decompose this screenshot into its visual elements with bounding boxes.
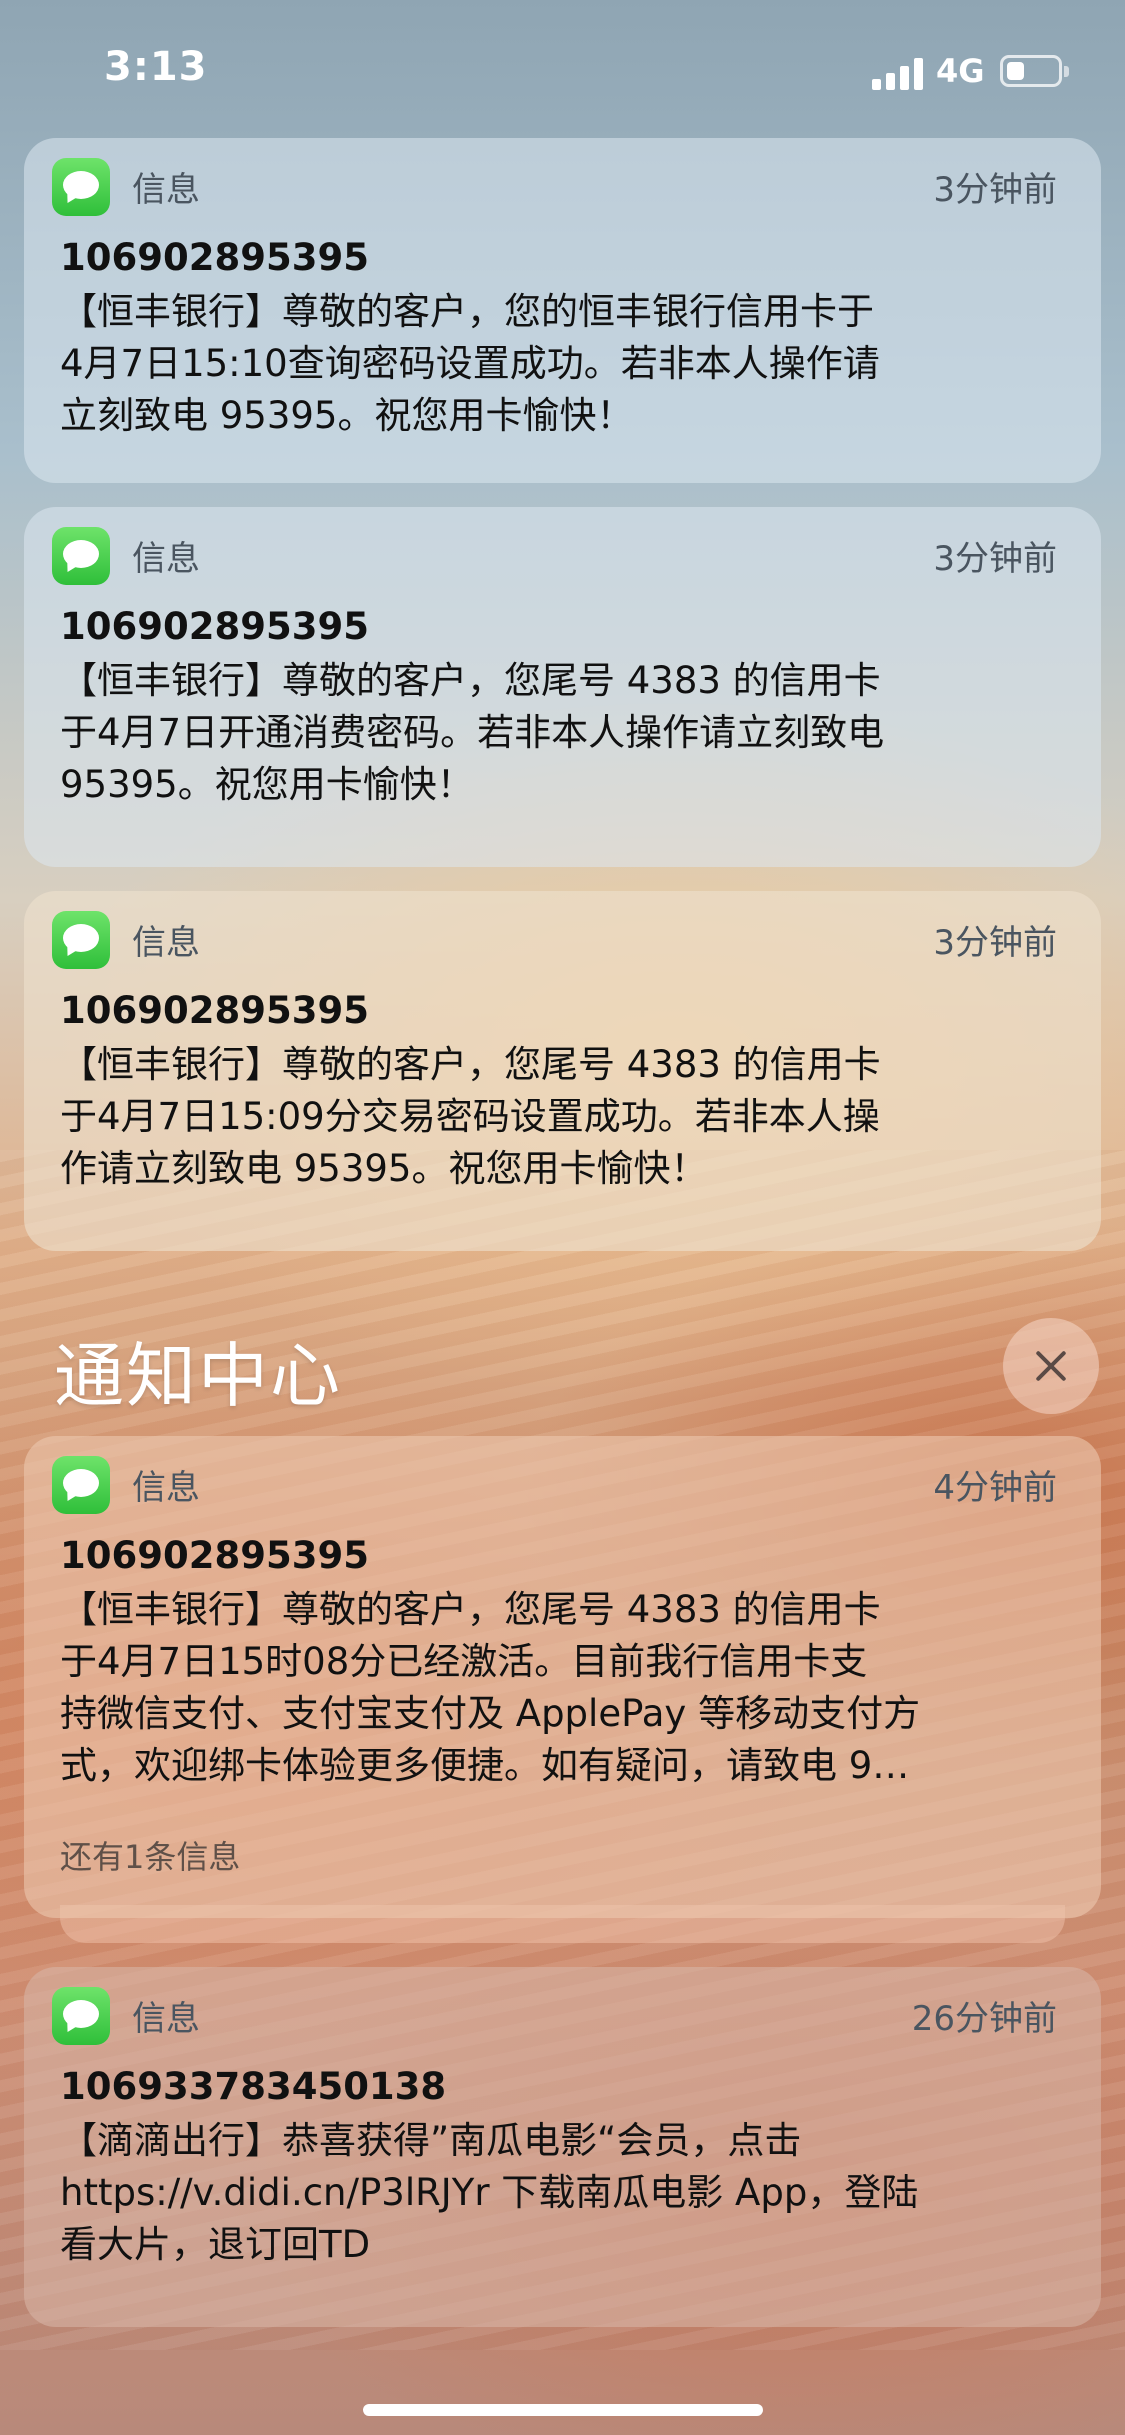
- notification-line: 看大片，退订回TD: [60, 2223, 371, 2266]
- notification-sender: 106933783450138: [60, 2065, 447, 2108]
- notification-app-name: 信息: [132, 1468, 200, 1508]
- notification-line: 于4月7日15时08分已经激活。目前我行信用卡支: [60, 1640, 868, 1683]
- notification-line: 持微信支付、支付宝支付及 ApplePay 等移动支付方: [60, 1692, 921, 1735]
- notification-sender: 106902895395: [60, 989, 369, 1032]
- notification-group-card[interactable]: 信息 4分钟前 106902895395 【恒丰银行】尊敬的客户，您尾号 438…: [24, 1436, 1101, 1918]
- notification-sender: 106902895395: [60, 236, 369, 279]
- notification-app-name: 信息: [132, 170, 200, 210]
- notification-body: 【恒丰银行】尊敬的客户，您尾号 4383 的信用卡 于4月7日15时08分已经激…: [60, 1584, 1065, 1792]
- messages-app-icon: [52, 1987, 110, 2045]
- notification-line: 作请立刻致电 95395。祝您用卡愉快！: [60, 1147, 708, 1190]
- notification-app-name: 信息: [132, 923, 200, 963]
- battery-icon: [1000, 55, 1069, 87]
- notification-sender: 106902895395: [60, 605, 369, 648]
- notification-line: 4月7日15:10查询密码设置成功。若非本人操作请: [60, 342, 880, 385]
- status-bar: 3:13 4G: [0, 0, 1125, 135]
- notification-body: 【恒丰银行】尊敬的客户，您尾号 4383 的信用卡 于4月7日15:09分交易密…: [60, 1039, 1065, 1195]
- notification-time: 26分钟前: [911, 1999, 1057, 2039]
- notification-line: 立刻致电 95395。祝您用卡愉快！: [60, 394, 634, 437]
- clear-notifications-button[interactable]: [1003, 1318, 1099, 1414]
- status-time: 3:13: [104, 44, 208, 90]
- notification-time: 3分钟前: [933, 539, 1057, 579]
- notification-line: https://v.didi.cn/P3lRJYr 下载南瓜电影 App，登陆: [60, 2171, 919, 2214]
- notification-line: 于4月7日开通消费密码。若非本人操作请立刻致电: [60, 711, 885, 754]
- messages-app-icon: [52, 527, 110, 585]
- notification-body: 【恒丰银行】尊敬的客户，您尾号 4383 的信用卡 于4月7日开通消费密码。若非…: [60, 655, 1065, 811]
- notification-line: 【恒丰银行】尊敬的客户，您的恒丰银行信用卡于: [60, 290, 874, 333]
- home-indicator[interactable]: [363, 2404, 763, 2416]
- notification-app-name: 信息: [132, 1999, 200, 2039]
- notification-line: 【恒丰银行】尊敬的客户，您尾号 4383 的信用卡: [60, 1588, 881, 1631]
- notification-sender: 106902895395: [60, 1534, 369, 1577]
- notification-center-title: 通知中心: [54, 1335, 342, 1417]
- notification-app-name: 信息: [132, 539, 200, 579]
- notification-line: 【滴滴出行】恭喜获得”南瓜电影“会员，点击: [60, 2119, 802, 2162]
- messages-app-icon: [52, 911, 110, 969]
- notification-card[interactable]: 信息 3分钟前 106902895395 【恒丰银行】尊敬的客户，您尾号 438…: [24, 507, 1101, 867]
- messages-app-icon: [52, 1456, 110, 1514]
- notification-time: 3分钟前: [933, 923, 1057, 963]
- notification-line: 【恒丰银行】尊敬的客户，您尾号 4383 的信用卡: [60, 1043, 881, 1086]
- notification-body: 【恒丰银行】尊敬的客户，您的恒丰银行信用卡于 4月7日15:10查询密码设置成功…: [60, 286, 1065, 442]
- network-type: 4G: [936, 52, 985, 90]
- notification-card[interactable]: 信息 3分钟前 106902895395 【恒丰银行】尊敬的客户，您尾号 438…: [24, 891, 1101, 1251]
- cellular-signal-icon: [872, 56, 924, 90]
- notification-line: 于4月7日15:09分交易密码设置成功。若非本人操: [60, 1095, 880, 1138]
- notification-line: 95395。祝您用卡愉快！: [60, 763, 474, 806]
- notification-card[interactable]: 信息 3分钟前 106902895395 【恒丰银行】尊敬的客户，您的恒丰银行信…: [24, 138, 1101, 483]
- notification-body: 【滴滴出行】恭喜获得”南瓜电影“会员，点击 https://v.didi.cn/…: [60, 2115, 1065, 2271]
- notification-line: 【恒丰银行】尊敬的客户，您尾号 4383 的信用卡: [60, 659, 881, 702]
- notification-time: 4分钟前: [933, 1468, 1057, 1508]
- notification-line: 式，欢迎绑卡体验更多便捷。如有疑问，请致电 9…: [60, 1744, 910, 1787]
- notification-card[interactable]: 信息 26分钟前 106933783450138 【滴滴出行】恭喜获得”南瓜电影…: [24, 1967, 1101, 2327]
- messages-app-icon: [52, 158, 110, 216]
- notification-time: 3分钟前: [933, 170, 1057, 210]
- more-messages-label: 还有1条信息: [60, 1838, 241, 1876]
